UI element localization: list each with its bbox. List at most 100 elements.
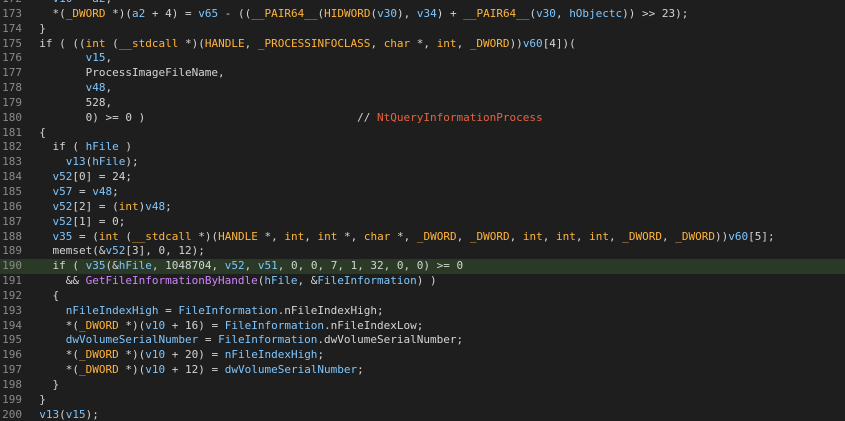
code-line-194[interactable]: 194 *(_DWORD *)(v10 + 16) = FileInformat… bbox=[0, 319, 845, 334]
line-number: 182 bbox=[2, 140, 22, 154]
identifier-token[interactable]: v48 bbox=[145, 200, 165, 213]
identifier-token[interactable]: v35 bbox=[53, 230, 73, 243]
identifier-token[interactable]: dwVolumeSerialNumber bbox=[66, 333, 198, 346]
identifier-token[interactable]: FileInformation bbox=[178, 304, 277, 317]
code-token: { bbox=[26, 288, 60, 302]
code-token: } bbox=[26, 392, 46, 406]
code-text: v52[0] = 24; bbox=[26, 170, 132, 185]
identifier-token[interactable]: v52 bbox=[53, 200, 73, 213]
identifier-token[interactable]: hFile bbox=[86, 140, 119, 153]
code-token: , bbox=[661, 229, 676, 243]
code-token: , bbox=[509, 229, 523, 243]
identifier-token[interactable]: v65 bbox=[198, 7, 218, 20]
code-token: } bbox=[26, 377, 60, 391]
code-line-181[interactable]: 181 { bbox=[0, 126, 845, 141]
identifier-token[interactable]: v60 bbox=[728, 230, 748, 243]
code-token: = ( bbox=[72, 229, 99, 243]
code-line-173[interactable]: 173 *(_DWORD *)(a2 + 4) = v65 - ((__PAIR… bbox=[0, 7, 845, 22]
code-line-190[interactable]: 190 if ( v35(&hFile, 1048704, v52, v51, … bbox=[0, 259, 845, 275]
code-line-175[interactable]: 175 if ( ((int (__stdcall *)(HANDLE, _PR… bbox=[0, 37, 845, 52]
identifier-token[interactable]: v48 bbox=[86, 81, 106, 94]
code-line-178[interactable]: 178 v48, bbox=[0, 81, 845, 96]
identifier-token[interactable]: v10 bbox=[145, 363, 165, 376]
code-token: - (( bbox=[218, 6, 252, 20]
code-line-188[interactable]: 188 v35 = (int (__stdcall *)(HANDLE *, i… bbox=[0, 230, 845, 245]
code-line-182[interactable]: 182 if ( hFile ) bbox=[0, 140, 845, 155]
type-token: HIDWORD bbox=[324, 6, 371, 20]
code-line-198[interactable]: 198 } bbox=[0, 378, 845, 393]
identifier-token[interactable]: v10 bbox=[53, 0, 73, 5]
code-token: , 1048704, bbox=[151, 259, 225, 273]
code-line-196[interactable]: 196 *(_DWORD *)(v10 + 20) = nFileIndexHi… bbox=[0, 348, 845, 363]
identifier-token[interactable]: v60 bbox=[523, 37, 543, 50]
identifier-token[interactable]: v57 bbox=[53, 185, 73, 198]
identifier-token[interactable]: v10 bbox=[145, 319, 165, 332]
identifier-token[interactable]: hFile bbox=[92, 155, 125, 168]
identifier-token[interactable]: v52 bbox=[105, 244, 125, 257]
code-line-172[interactable]: 172 v10 = a2; bbox=[0, 0, 845, 7]
identifier-token[interactable]: v13 bbox=[39, 408, 59, 421]
code-token: { bbox=[26, 125, 46, 139]
identifier-token[interactable]: a2 bbox=[132, 7, 145, 20]
code-line-174[interactable]: 174 } bbox=[0, 22, 845, 37]
code-line-189[interactable]: 189 memset(&v52[3], 0, 12); bbox=[0, 244, 845, 259]
identifier-token[interactable]: v13 bbox=[66, 155, 86, 168]
code-token: [0] = 24; bbox=[72, 170, 132, 184]
code-line-197[interactable]: 197 *(_DWORD *)(v10 + 12) = dwVolumeSeri… bbox=[0, 363, 845, 378]
code-line-186[interactable]: 186 v52[2] = (int)v48; bbox=[0, 200, 845, 215]
code-line-187[interactable]: 187 v52[1] = 0; bbox=[0, 215, 845, 230]
code-token: if ( bbox=[26, 259, 86, 273]
line-number: 181 bbox=[2, 125, 22, 139]
code-line-195[interactable]: 195 dwVolumeSerialNumber = FileInformati… bbox=[0, 333, 845, 348]
code-token: .nFileIndexHigh; bbox=[277, 303, 384, 317]
identifier-token[interactable]: v52 bbox=[225, 259, 245, 272]
identifier-token[interactable]: hFile bbox=[119, 259, 152, 272]
code-line-179[interactable]: 179 528, bbox=[0, 96, 845, 111]
identifier-token[interactable]: v34 bbox=[417, 7, 437, 20]
code-line-199[interactable]: 199 } bbox=[0, 393, 845, 408]
identifier-token[interactable]: FileInformation bbox=[218, 333, 317, 346]
code-line-184[interactable]: 184 v52[0] = 24; bbox=[0, 170, 845, 185]
identifier-token[interactable]: nFileIndexHigh bbox=[225, 348, 318, 361]
identifier-token[interactable]: v35 bbox=[86, 259, 106, 272]
identifier-token[interactable]: v52 bbox=[53, 215, 73, 228]
identifier-token[interactable]: FileInformation bbox=[225, 319, 324, 332]
code-line-185[interactable]: 185 v57 = v48; bbox=[0, 185, 845, 200]
code-line-176[interactable]: 176 v15, bbox=[0, 51, 845, 66]
code-line-192[interactable]: 192 { bbox=[0, 289, 845, 304]
api-call-token[interactable]: GetFileInformationByHandle bbox=[86, 274, 258, 287]
identifier-token[interactable]: nFileIndexHigh bbox=[66, 304, 159, 317]
identifier-token[interactable]: FileInformation bbox=[317, 274, 416, 287]
line-number: 193 bbox=[2, 303, 22, 317]
identifier-token[interactable]: v48 bbox=[92, 185, 112, 198]
identifier-token[interactable]: v51 bbox=[258, 259, 278, 272]
identifier-token[interactable]: a2 bbox=[92, 0, 105, 5]
code-line-191[interactable]: 191 && GetFileInformationByHandle(hFile,… bbox=[0, 274, 845, 289]
identifier-token[interactable]: hObjectc bbox=[569, 7, 622, 20]
code-token: , bbox=[244, 36, 258, 50]
code-line-180[interactable]: 180 0) >= 0 ) // NtQueryInformationProce… bbox=[0, 111, 845, 126]
identifier-token[interactable]: v15 bbox=[86, 51, 106, 64]
code-line-200[interactable]: 200 v13(v15); bbox=[0, 408, 845, 421]
identifier-token[interactable]: hFile bbox=[264, 274, 297, 287]
pseudocode-editor[interactable]: 172 v10 = a2;173 *(_DWORD *)(a2 + 4) = v… bbox=[0, 0, 845, 421]
code-line-193[interactable]: 193 nFileIndexHigh = FileInformation.nFi… bbox=[0, 304, 845, 319]
code-token: , bbox=[304, 229, 318, 243]
line-number: 177 bbox=[2, 66, 22, 80]
identifier-token[interactable]: v10 bbox=[145, 348, 165, 361]
identifier-token[interactable]: dwVolumeSerialNumber bbox=[225, 363, 357, 376]
identifier-token[interactable]: v30 bbox=[377, 7, 397, 20]
identifier-token[interactable]: v52 bbox=[53, 170, 73, 183]
identifier-token[interactable]: v15 bbox=[66, 408, 86, 421]
code-text: if ( hFile ) bbox=[26, 140, 132, 155]
type-token: int bbox=[522, 229, 543, 243]
identifier-token[interactable]: v30 bbox=[536, 7, 556, 20]
code-line-183[interactable]: 183 v13(hFile); bbox=[0, 155, 845, 170]
type-token: HANDLE bbox=[218, 229, 258, 243]
type-token: _DWORD bbox=[469, 229, 510, 243]
code-text: v48, bbox=[26, 81, 113, 96]
code-line-177[interactable]: 177 ProcessImageFileName, bbox=[0, 66, 845, 81]
code-token: [4])( bbox=[542, 36, 576, 50]
